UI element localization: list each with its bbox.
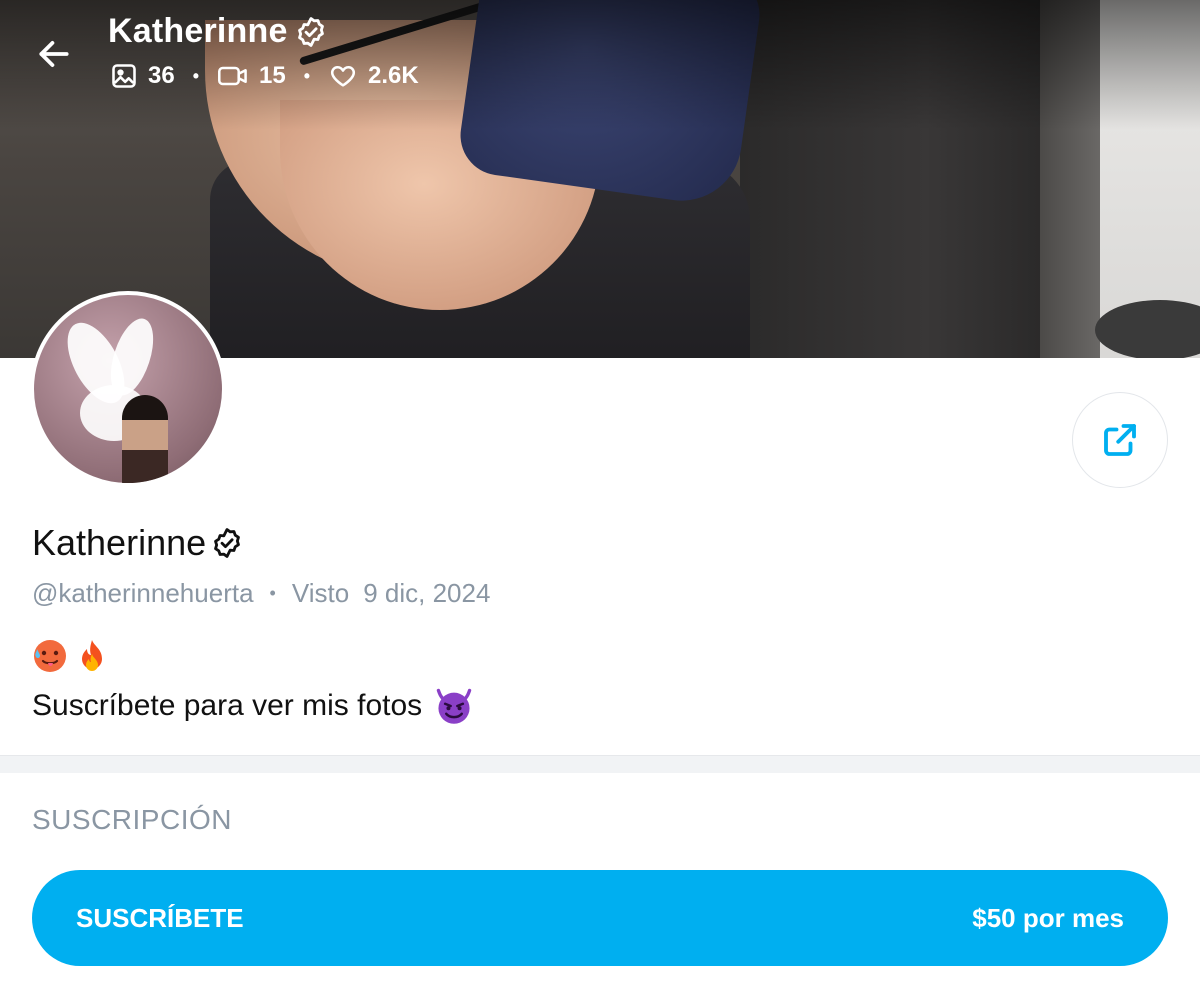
avatar-figure [122, 395, 168, 483]
likes-count-value: 2.6K [368, 62, 419, 89]
section-divider [0, 755, 1200, 773]
share-icon [1104, 424, 1136, 456]
verified-badge-icon [297, 16, 324, 47]
profile-handle[interactable]: @katherinnehuerta [32, 578, 254, 609]
bio-text: Suscríbete para ver mis fotos [32, 689, 423, 722]
stats-separator: • [303, 65, 311, 86]
profile-name: Katherinne [32, 522, 244, 564]
header-title: Katherinne [108, 12, 328, 51]
stats-separator: • [192, 65, 200, 86]
photos-count[interactable]: 36 [110, 62, 175, 90]
back-button[interactable] [30, 30, 78, 78]
avatar[interactable] [30, 291, 226, 487]
video-icon [218, 66, 247, 86]
verified-badge-icon [214, 528, 241, 558]
likes-count[interactable]: 2.6K [328, 62, 419, 90]
photos-count-value: 36 [148, 62, 175, 89]
bio-emojis [32, 638, 110, 674]
subscribe-button-label: SUSCRÍBETE [76, 902, 244, 933]
fire-emoji-icon [82, 640, 102, 671]
videos-count-value: 15 [259, 62, 286, 89]
devil-emoji-icon [436, 688, 472, 724]
bio: Suscríbete para ver mis fotos [32, 686, 474, 726]
videos-count[interactable]: 15 [217, 62, 286, 90]
profile-display-name: Katherinne [32, 522, 207, 563]
header-name: Katherinne [108, 12, 288, 50]
subscribe-price: $50 por mes [972, 902, 1124, 933]
meta-separator: • [269, 583, 276, 603]
subscribe-button[interactable]: SUSCRÍBETE $50 por mes [32, 870, 1168, 966]
subscription-section-label: SUSCRIPCIÓN [32, 804, 232, 835]
arrow-left-icon [39, 41, 69, 67]
hot-face-emoji-icon [34, 640, 66, 672]
last-seen-label: Visto [291, 578, 350, 608]
profile-meta: @katherinnehuerta • Visto 9 dic, 2024 [32, 578, 490, 609]
heart-icon [330, 65, 356, 87]
header-stats: 36 • 15 • 2.6K [110, 62, 419, 90]
last-seen-date: 9 dic, 2024 [363, 578, 491, 608]
image-icon [112, 64, 136, 88]
share-button[interactable] [1072, 392, 1168, 488]
